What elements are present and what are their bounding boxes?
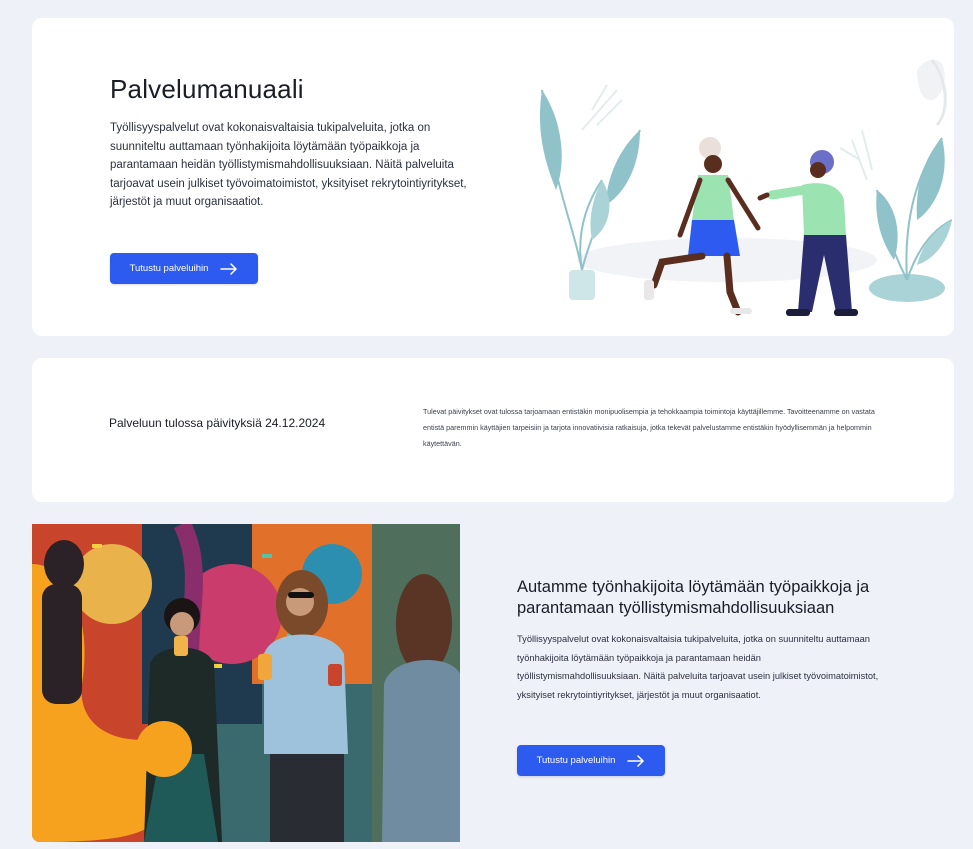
feature-explore-button[interactable]: Tutustu palveluihin: [517, 745, 665, 776]
woman-walking-illustration: [644, 137, 761, 316]
hero-title: Palvelumanuaali: [110, 74, 304, 104]
hero-card: Palvelumanuaali Työllisyyspalvelut ovat …: [32, 18, 954, 336]
update-notice-card: Palveluun tulossa päivityksiä 24.12.2024…: [32, 358, 954, 502]
update-description: Tulevat päivitykset ovat tulossa tarjoam…: [423, 407, 875, 448]
feature-title: Autamme työnhakijoita löytämään työpaikk…: [517, 578, 870, 617]
arrow-right-icon: [220, 262, 238, 275]
man-standing-illustration: [757, 150, 858, 316]
hero-button-label: Tutustu palveluihin: [129, 263, 209, 274]
feature-button-label: Tutustu palveluihin: [536, 755, 616, 766]
update-title: Palveluun tulossa päivityksiä 24.12.2024: [109, 416, 326, 430]
feature-description: Työllisyyspalvelut ovat kokonaisvaltaisi…: [517, 634, 879, 700]
hero-explore-button[interactable]: Tutustu palveluihin: [110, 253, 258, 284]
arrow-right-icon: [627, 754, 645, 767]
hero-description: Työllisyyspalvelut ovat kokonaisvaltaisi…: [110, 122, 467, 209]
people-illustration: [539, 59, 952, 316]
people-photo: [32, 524, 460, 842]
